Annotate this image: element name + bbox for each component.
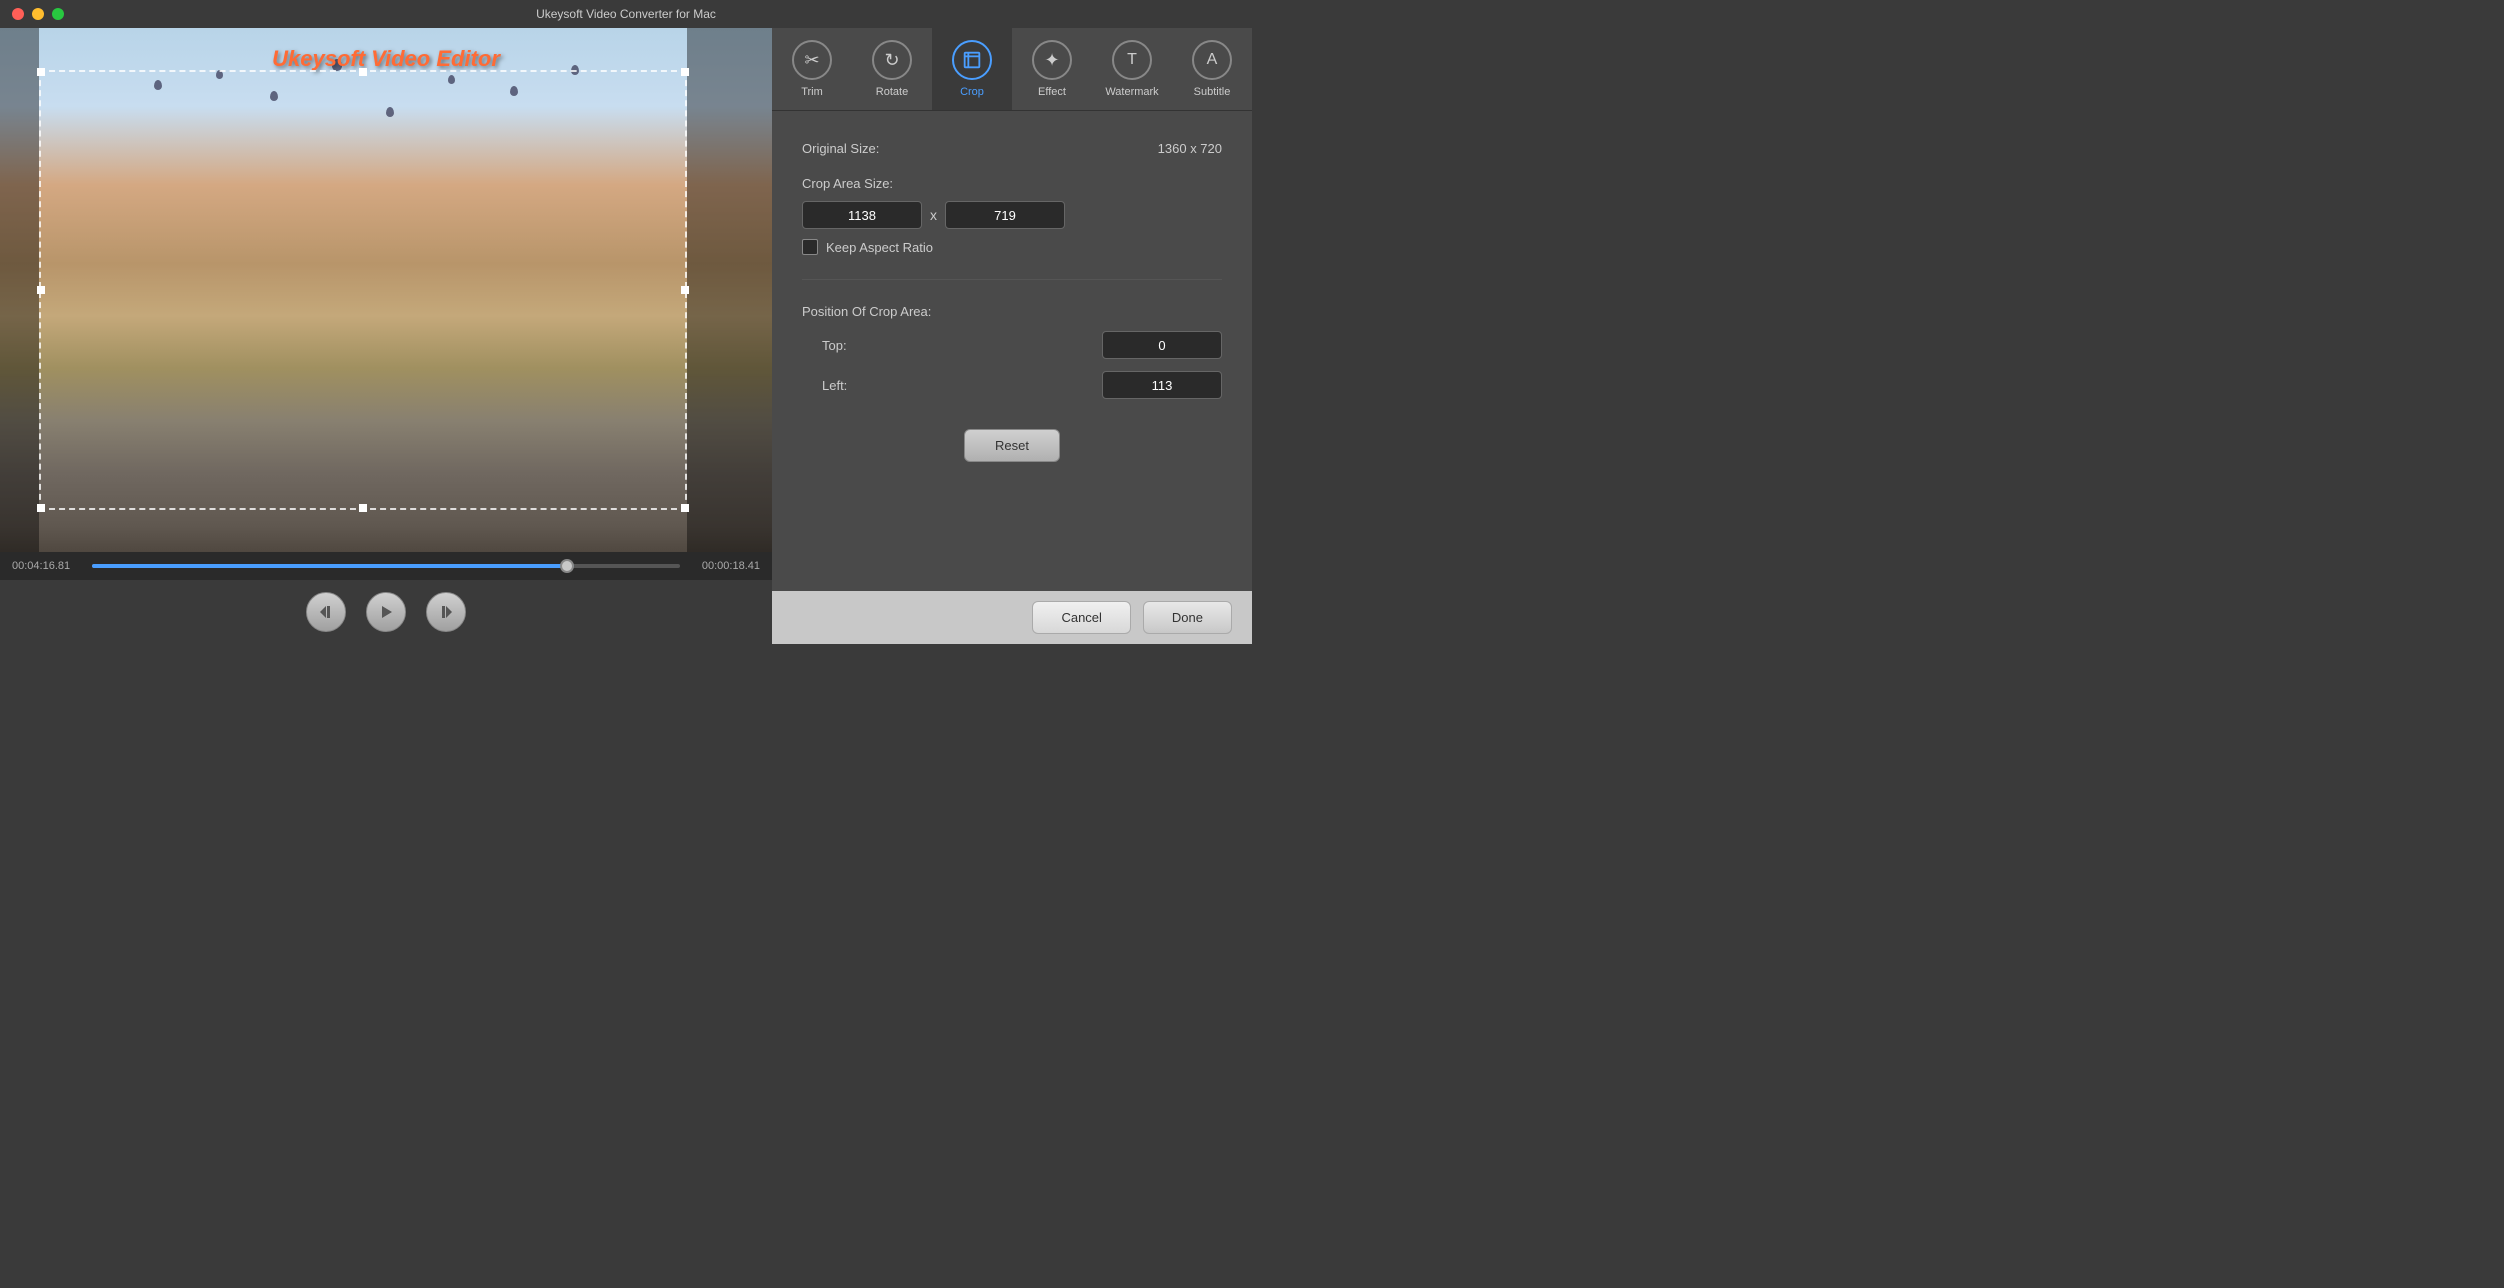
current-time: 00:04:16.81: [12, 560, 82, 572]
balloon-6: [448, 75, 455, 84]
progress-fill: [92, 564, 574, 568]
crop-overlay[interactable]: [39, 70, 687, 510]
maximize-button[interactable]: [52, 8, 64, 20]
left-label: Left:: [822, 378, 862, 393]
title-bar: Ukeysoft Video Converter for Mac: [0, 0, 1252, 28]
crop-height-input[interactable]: [945, 201, 1065, 229]
reset-button[interactable]: Reset: [964, 429, 1060, 462]
right-panel: ✂ Trim ↻ Rotate Crop ✦ Effect: [772, 28, 1252, 644]
balloon-5: [386, 107, 394, 117]
video-panel: Ukeysoft Video Editor: [0, 28, 772, 644]
keep-aspect-ratio-label: Keep Aspect Ratio: [826, 240, 933, 255]
tab-crop[interactable]: Crop: [932, 28, 1012, 110]
tab-subtitle[interactable]: A Subtitle: [1172, 28, 1252, 110]
dark-overlay-left: [0, 28, 39, 552]
keep-aspect-ratio-row: Keep Aspect Ratio: [802, 239, 1222, 255]
video-area: Ukeysoft Video Editor: [0, 28, 772, 552]
tab-watermark[interactable]: T Watermark: [1092, 28, 1172, 110]
editor-toolbar: ✂ Trim ↻ Rotate Crop ✦ Effect: [772, 28, 1252, 111]
tab-trim[interactable]: ✂ Trim: [772, 28, 852, 110]
top-value-input[interactable]: [1102, 331, 1222, 359]
next-frame-button[interactable]: [426, 592, 466, 632]
top-label: Top:: [822, 338, 862, 353]
crop-icon: [952, 40, 992, 80]
balloon-1: [154, 80, 162, 90]
progress-track[interactable]: [92, 564, 680, 568]
play-button[interactable]: [366, 592, 406, 632]
tab-rotate[interactable]: ↻ Rotate: [852, 28, 932, 110]
remaining-time: 00:00:18.41: [690, 560, 760, 572]
prev-frame-icon: [318, 604, 334, 620]
original-size-value: 1360 x 720: [922, 141, 1222, 156]
crop-settings-panel: Original Size: 1360 x 720 Crop Area Size…: [772, 111, 1252, 591]
original-size-label: Original Size:: [802, 141, 922, 156]
original-size-row: Original Size: 1360 x 720: [802, 141, 1222, 156]
dark-overlay-right: [687, 28, 772, 552]
crop-area-size-label: Crop Area Size:: [802, 176, 1222, 191]
section-divider: [802, 279, 1222, 280]
close-button[interactable]: [12, 8, 24, 20]
minimize-button[interactable]: [32, 8, 44, 20]
x-separator: x: [930, 207, 937, 223]
left-value-input[interactable]: [1102, 371, 1222, 399]
done-button[interactable]: Done: [1143, 601, 1232, 634]
playback-controls: [0, 580, 772, 644]
watermark-icon: T: [1112, 40, 1152, 80]
play-icon: [378, 604, 394, 620]
position-section: Position Of Crop Area: Top: Left:: [802, 304, 1222, 399]
video-container: Ukeysoft Video Editor: [0, 28, 772, 552]
balloon-8: [571, 65, 579, 75]
window-controls: [12, 8, 64, 20]
bottom-bar: Cancel Done: [772, 591, 1252, 644]
balloon-3: [270, 91, 278, 101]
effect-icon: ✦: [1032, 40, 1072, 80]
progress-thumb[interactable]: [560, 559, 574, 573]
progress-area: 00:04:16.81 00:00:18.41: [0, 552, 772, 580]
window-title: Ukeysoft Video Converter for Mac: [536, 7, 716, 21]
rotate-icon: ↻: [872, 40, 912, 80]
crop-width-input[interactable]: [802, 201, 922, 229]
top-position-row: Top:: [802, 331, 1222, 359]
subtitle-icon: A: [1192, 40, 1232, 80]
video-overlay-text: Ukeysoft Video Editor: [272, 46, 500, 72]
next-frame-icon: [438, 604, 454, 620]
balloon-2: [216, 70, 223, 79]
trim-icon: ✂: [792, 40, 832, 80]
crop-size-inputs: x: [802, 201, 1222, 229]
crop-handle-bm[interactable]: [359, 504, 367, 512]
cancel-button[interactable]: Cancel: [1032, 601, 1130, 634]
main-content: Ukeysoft Video Editor: [0, 28, 1252, 644]
balloon-7: [510, 86, 518, 96]
position-header: Position Of Crop Area:: [802, 304, 1222, 319]
left-position-row: Left:: [802, 371, 1222, 399]
tab-effect[interactable]: ✦ Effect: [1012, 28, 1092, 110]
prev-frame-button[interactable]: [306, 592, 346, 632]
keep-aspect-ratio-checkbox[interactable]: [802, 239, 818, 255]
